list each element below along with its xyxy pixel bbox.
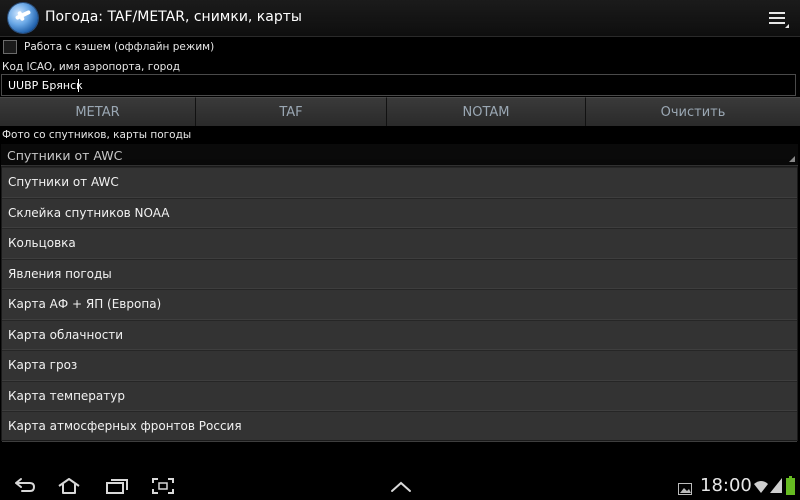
offline-cache-label: Работа с кэшем (оффлайн режим) bbox=[24, 41, 215, 53]
signal-icon bbox=[770, 478, 782, 497]
gallery-notification-icon bbox=[678, 480, 692, 499]
app-title: Погода: TAF/METAR, снимки, карты bbox=[45, 9, 302, 25]
icao-input[interactable] bbox=[1, 74, 796, 96]
recent-apps-icon[interactable] bbox=[104, 476, 130, 496]
metar-button[interactable]: METAR bbox=[0, 97, 196, 126]
dropdown-item[interactable]: Спутники от AWC bbox=[2, 167, 797, 198]
app-globe-plane-icon[interactable] bbox=[8, 3, 38, 33]
cache-row[interactable]: Работа с кэшем (оффлайн режим) bbox=[0, 37, 800, 57]
battery-icon bbox=[786, 476, 795, 499]
satellite-dropdown-list: Спутники от AWC Склейка спутников NOAA К… bbox=[1, 166, 798, 442]
back-icon[interactable] bbox=[12, 476, 38, 496]
dropdown-item[interactable]: Карта температур bbox=[2, 380, 797, 411]
button-bar: METAR TAF NOTAM Очистить bbox=[0, 97, 800, 126]
notam-button[interactable]: NOTAM bbox=[387, 97, 586, 126]
offline-cache-checkbox[interactable] bbox=[3, 40, 17, 54]
taf-button[interactable]: TAF bbox=[196, 97, 387, 126]
icao-label: Код ICAO, имя аэропорта, город bbox=[2, 61, 180, 73]
dropdown-item[interactable]: Явления погоды bbox=[2, 258, 797, 289]
action-bar: Погода: TAF/METAR, снимки, карты bbox=[0, 0, 800, 37]
dropdown-item[interactable]: Кольцовка bbox=[2, 228, 797, 259]
screen: Погода: TAF/METAR, снимки, карты Работа … bbox=[0, 0, 800, 500]
clear-button[interactable]: Очистить bbox=[586, 97, 800, 126]
dropdown-item[interactable]: Склейка спутников NOAA bbox=[2, 197, 797, 228]
status-area[interactable]: 18:00 bbox=[670, 472, 800, 500]
spinner-arrow-icon bbox=[789, 156, 795, 162]
home-icon[interactable] bbox=[56, 476, 82, 496]
satellite-spinner[interactable]: Спутники от AWC bbox=[1, 144, 798, 166]
dropdown-item[interactable]: Карта облачности bbox=[2, 319, 797, 350]
dropdown-item[interactable]: Карта атмосферных фронтов Россия bbox=[2, 411, 797, 442]
up-chevron-icon[interactable] bbox=[388, 476, 414, 496]
dropdown-item[interactable]: Карта гроз bbox=[2, 350, 797, 381]
spinner-selected-value: Спутники от AWC bbox=[7, 148, 123, 163]
wifi-icon bbox=[754, 479, 768, 498]
overflow-menu-icon[interactable] bbox=[764, 4, 792, 32]
dropdown-item[interactable]: Карта АФ + ЯП (Европа) bbox=[2, 289, 797, 320]
screenshot-icon[interactable] bbox=[150, 476, 176, 496]
text-cursor bbox=[78, 79, 79, 92]
clock: 18:00 bbox=[700, 475, 752, 496]
satellite-label: Фото со спутников, карты погоды bbox=[2, 129, 192, 141]
system-bar: 18:00 bbox=[0, 472, 800, 500]
